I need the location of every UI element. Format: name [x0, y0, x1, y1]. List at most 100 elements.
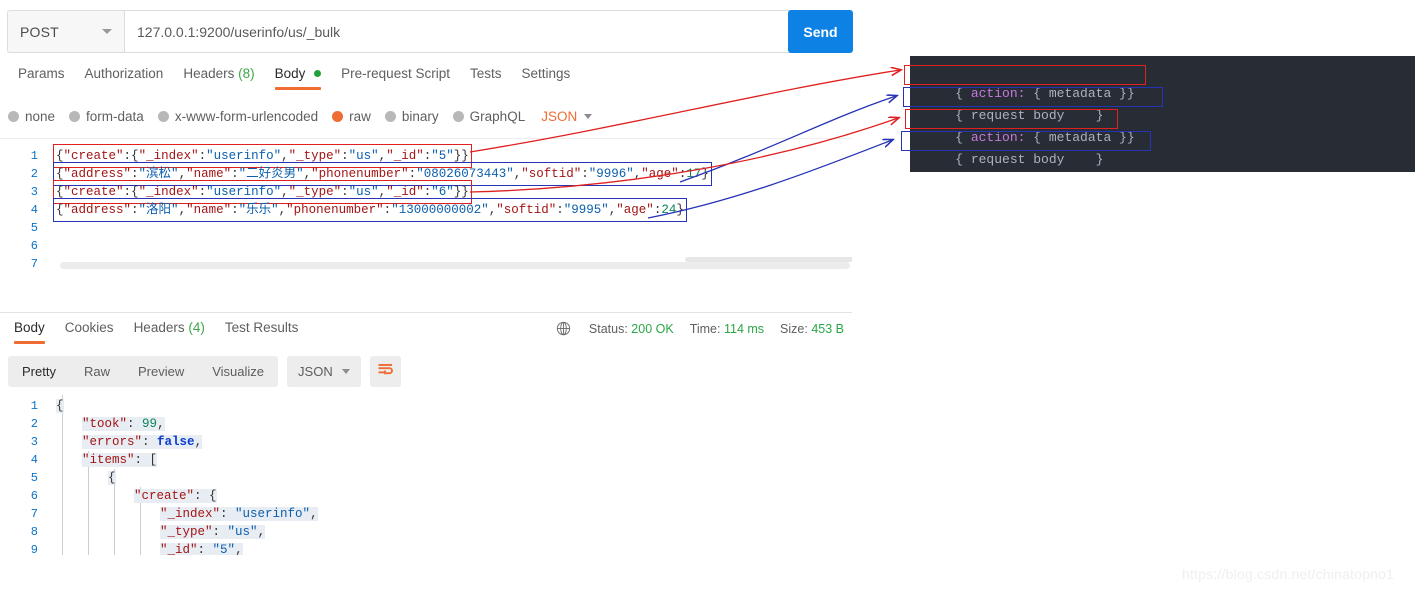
- response-gutter: 1 2 3 4 5 6 7 8 9: [0, 395, 48, 555]
- size-value: 453 B: [811, 321, 844, 336]
- request-body-line[interactable]: {"address":"洛阳","name":"乐乐","phonenumber…: [53, 198, 687, 222]
- body-type-label: x-www-form-urlencoded: [174, 108, 319, 124]
- send-button[interactable]: Send: [788, 10, 853, 53]
- view-preview-button[interactable]: Preview: [124, 356, 198, 387]
- response-body-line[interactable]: "items": [: [82, 451, 158, 469]
- request-editor-horizontal-scrollbar[interactable]: [60, 257, 852, 269]
- section-divider: [0, 312, 852, 313]
- chevron-down-icon: [102, 29, 112, 34]
- url-input[interactable]: 127.0.0.1:9200/userinfo/us/_bulk: [124, 10, 845, 53]
- response-line-text: "items": [: [82, 453, 158, 467]
- line-number: 7: [30, 507, 38, 521]
- line-number: 7: [30, 257, 38, 271]
- tab-params[interactable]: Params: [8, 64, 75, 93]
- body-type-label: form-data: [86, 108, 144, 124]
- request-body-line[interactable]: {"create":{"_index":"userinfo","_type":"…: [53, 144, 472, 168]
- body-type-binary[interactable]: binary: [384, 109, 439, 124]
- response-line-text: "errors": false,: [82, 435, 203, 449]
- headers-count: (4): [188, 320, 205, 335]
- response-line-text: {: [56, 399, 64, 413]
- response-body-line[interactable]: "_id": "5",: [160, 541, 243, 555]
- body-type-radio-group: none form-data x-www-form-urlencoded raw…: [8, 105, 708, 127]
- response-line-text: {: [108, 471, 116, 485]
- radio-selected-icon: [332, 110, 344, 122]
- view-label: Raw: [83, 363, 110, 379]
- postman-request-response-pane: POST 127.0.0.1:9200/userinfo/us/_bulk Se…: [0, 0, 853, 594]
- line-number: 6: [30, 239, 38, 253]
- time-segment: Time: 114 ms: [690, 322, 764, 336]
- http-method-select[interactable]: POST: [7, 10, 124, 53]
- body-type-graphql[interactable]: GraphQL: [452, 108, 526, 124]
- tab-label: Settings: [521, 66, 571, 81]
- body-type-label: GraphQL: [469, 108, 526, 124]
- raw-format-select[interactable]: JSON: [541, 108, 593, 124]
- request-body-line[interactable]: {"address":"滨松","name":"二好炎男","phonenumb…: [53, 162, 712, 186]
- response-tab-cookies[interactable]: Cookies: [55, 318, 124, 347]
- raw-format-value: JSON: [541, 108, 578, 124]
- response-tab-body[interactable]: Body: [4, 318, 55, 347]
- tab-label: Test Results: [224, 320, 299, 335]
- response-line-text: "_index": "userinfo",: [160, 507, 318, 521]
- wrap-lines-button[interactable]: [369, 355, 401, 387]
- response-body-line[interactable]: {: [108, 469, 116, 487]
- status-label: Status:: [588, 321, 628, 336]
- response-format-select[interactable]: JSON: [287, 355, 361, 387]
- radio-icon: [69, 110, 81, 122]
- line-number: 5: [30, 221, 38, 235]
- response-line-text: "took": 99,: [82, 417, 165, 431]
- response-tab-test-results[interactable]: Test Results: [215, 318, 309, 347]
- response-body-editor[interactable]: 1 2 3 4 5 6 7 8 9 { "took": 99, "errors"…: [0, 395, 852, 555]
- tab-body[interactable]: Body: [265, 64, 332, 93]
- time-value: 114 ms: [723, 321, 765, 336]
- view-visualize-button[interactable]: Visualize: [198, 356, 278, 387]
- line-number: 9: [30, 543, 38, 555]
- status-value: 200 OK: [631, 321, 674, 336]
- response-body-line[interactable]: "create": {: [134, 487, 217, 505]
- chevron-down-icon: [341, 368, 350, 374]
- response-body-line[interactable]: "_type": "us",: [160, 523, 266, 541]
- annotation-box-action-1: [904, 65, 1146, 85]
- tab-headers[interactable]: Headers (8): [173, 64, 264, 93]
- line-number: 5: [30, 471, 38, 485]
- line-number: 1: [30, 399, 38, 413]
- view-raw-button[interactable]: Raw: [70, 356, 124, 387]
- tab-label: Body: [274, 66, 306, 81]
- line-number: 2: [30, 417, 38, 431]
- response-tab-headers[interactable]: Headers (4): [124, 318, 215, 347]
- response-body-line[interactable]: {: [56, 397, 64, 415]
- response-body-line[interactable]: "took": 99,: [82, 415, 165, 433]
- tab-authorization[interactable]: Authorization: [75, 64, 174, 93]
- scrollbar-thumb[interactable]: [685, 257, 852, 262]
- size-segment: Size: 453 B: [780, 322, 844, 336]
- view-label: Preview: [137, 363, 185, 379]
- globe-icon: [556, 321, 571, 336]
- tab-tests[interactable]: Tests: [460, 64, 512, 93]
- response-line-text: "_id": "5",: [160, 543, 243, 555]
- tab-pre-request-script[interactable]: Pre-request Script: [331, 64, 460, 93]
- line-number: 2: [30, 167, 38, 181]
- body-type-label: none: [25, 108, 56, 124]
- headers-count: (8): [238, 66, 255, 81]
- response-view-toolbar: Pretty Raw Preview Visualize JSON: [8, 355, 401, 387]
- body-type-form-data[interactable]: form-data: [69, 109, 144, 124]
- tab-settings[interactable]: Settings: [511, 64, 580, 93]
- tab-label: Authorization: [84, 66, 164, 81]
- request-body-line[interactable]: {"create":{"_index":"userinfo","_type":"…: [53, 180, 472, 204]
- watermark: https://blog.csdn.net/chinatopno1: [1182, 566, 1395, 582]
- time-label: Time:: [689, 321, 721, 336]
- annotation-line-text: { request body }: [955, 152, 1104, 167]
- response-meta: Status: 200 OK Time: 114 ms Size: 453 B: [556, 321, 844, 336]
- response-body-line[interactable]: "errors": false,: [82, 433, 203, 451]
- body-type-raw[interactable]: raw: [332, 109, 371, 124]
- view-pretty-button[interactable]: Pretty: [8, 356, 70, 387]
- line-number: 4: [30, 203, 38, 217]
- request-body-editor[interactable]: 1 2 3 4 5 6 7 {"create":{"_index":"useri…: [0, 138, 852, 303]
- body-type-none[interactable]: none: [8, 109, 55, 124]
- response-body-line[interactable]: "_index": "userinfo",: [160, 505, 318, 523]
- response-line-text: "create": {: [134, 489, 217, 503]
- response-view-group: Pretty Raw Preview Visualize: [8, 355, 279, 387]
- http-method-value: POST: [20, 23, 59, 40]
- body-type-urlencoded[interactable]: x-www-form-urlencoded: [157, 108, 319, 124]
- response-format-value: JSON: [298, 363, 333, 379]
- tab-label: Body: [14, 320, 45, 335]
